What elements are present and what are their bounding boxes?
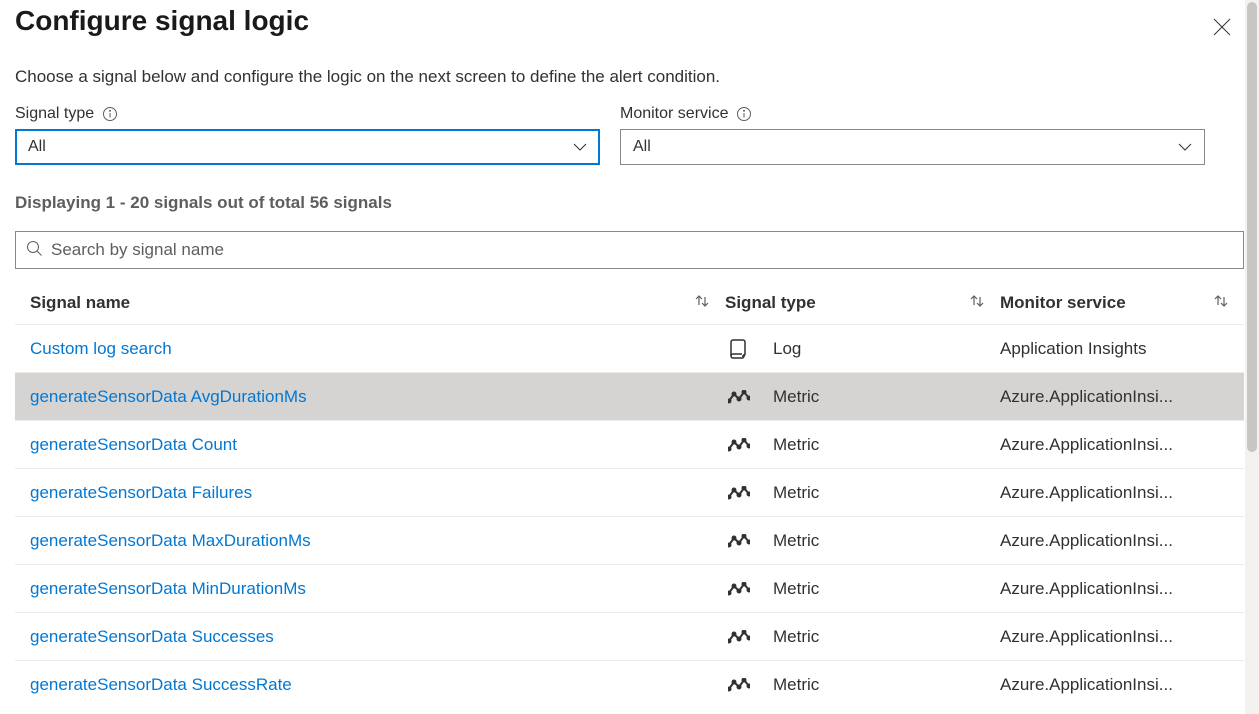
column-header-signal-type[interactable]: Signal type	[725, 293, 1000, 313]
table-header: Signal name Signal type	[15, 281, 1244, 325]
signal-type-dropdown[interactable]: All	[15, 129, 600, 165]
table-row[interactable]: generateSensorData Successes Metric Azure…	[15, 613, 1244, 661]
search-icon	[26, 240, 43, 260]
sort-icon	[1213, 293, 1229, 313]
metric-icon	[725, 678, 753, 692]
monitor-service-dropdown[interactable]: All	[620, 129, 1205, 165]
signal-type-cell: Metric	[725, 483, 1000, 503]
monitor-service-cell: Application Insights	[1000, 339, 1244, 359]
chevron-down-icon	[573, 143, 587, 151]
signal-name-link[interactable]: Custom log search	[15, 339, 725, 359]
log-icon	[725, 337, 753, 361]
scrollbar-thumb[interactable]	[1247, 2, 1257, 452]
dropdown-value: All	[633, 138, 651, 156]
monitor-service-cell: Azure.ApplicationInsi...	[1000, 579, 1244, 599]
signal-type-text: Metric	[773, 627, 819, 647]
signal-type-cell: Metric	[725, 675, 1000, 695]
sort-icon	[694, 293, 710, 313]
metric-icon	[725, 630, 753, 644]
signal-type-text: Metric	[773, 483, 819, 503]
search-input[interactable]	[51, 240, 1233, 260]
sort-icon	[969, 293, 985, 313]
signal-type-text: Metric	[773, 531, 819, 551]
signal-type-label: Signal type	[15, 105, 600, 123]
table-row[interactable]: Custom log search Log Application Insight…	[15, 325, 1244, 373]
info-icon[interactable]	[102, 106, 118, 122]
monitor-service-label: Monitor service	[620, 105, 1205, 123]
table-row[interactable]: generateSensorData MinDurationMs Metric A…	[15, 565, 1244, 613]
close-icon	[1213, 18, 1231, 36]
metric-icon	[725, 390, 753, 404]
metric-icon	[725, 582, 753, 596]
page-title: Configure signal logic	[15, 5, 309, 37]
table-row[interactable]: generateSensorData MaxDurationMs Metric A…	[15, 517, 1244, 565]
signal-type-cell: Metric	[725, 387, 1000, 407]
signal-name-link[interactable]: generateSensorData MaxDurationMs	[15, 531, 725, 551]
signal-name-link[interactable]: generateSensorData Failures	[15, 483, 725, 503]
table-row[interactable]: generateSensorData Failures Metric Azure.…	[15, 469, 1244, 517]
info-icon[interactable]	[736, 106, 752, 122]
signal-name-link[interactable]: generateSensorData AvgDurationMs	[15, 387, 725, 407]
signal-type-text: Log	[773, 339, 801, 359]
signal-type-text: Metric	[773, 675, 819, 695]
signal-type-cell: Log	[725, 337, 1000, 361]
close-button[interactable]	[1205, 10, 1239, 47]
monitor-service-cell: Azure.ApplicationInsi...	[1000, 483, 1244, 503]
signal-type-text: Metric	[773, 435, 819, 455]
signal-type-cell: Metric	[725, 627, 1000, 647]
metric-icon	[725, 534, 753, 548]
signal-name-link[interactable]: generateSensorData Count	[15, 435, 725, 455]
monitor-service-cell: Azure.ApplicationInsi...	[1000, 675, 1244, 695]
chevron-down-icon	[1178, 143, 1192, 151]
results-count: Displaying 1 - 20 signals out of total 5…	[0, 165, 1259, 213]
scrollbar-track[interactable]	[1245, 0, 1259, 714]
signal-type-text: Metric	[773, 579, 819, 599]
dropdown-value: All	[28, 138, 46, 156]
signal-type-cell: Metric	[725, 435, 1000, 455]
monitor-service-cell: Azure.ApplicationInsi...	[1000, 435, 1244, 455]
table-row[interactable]: generateSensorData SuccessRate Metric Azu…	[15, 661, 1244, 705]
table-row[interactable]: generateSensorData AvgDurationMs Metric A…	[15, 373, 1244, 421]
signal-name-link[interactable]: generateSensorData MinDurationMs	[15, 579, 725, 599]
column-header-monitor-service[interactable]: Monitor service	[1000, 293, 1244, 313]
metric-icon	[725, 486, 753, 500]
signal-name-link[interactable]: generateSensorData Successes	[15, 627, 725, 647]
description-text: Choose a signal below and configure the …	[0, 47, 1259, 87]
monitor-service-cell: Azure.ApplicationInsi...	[1000, 627, 1244, 647]
table-row[interactable]: generateSensorData Count Metric Azure.App…	[15, 421, 1244, 469]
monitor-service-cell: Azure.ApplicationInsi...	[1000, 387, 1244, 407]
signal-name-link[interactable]: generateSensorData SuccessRate	[15, 675, 725, 695]
signal-type-cell: Metric	[725, 579, 1000, 599]
column-header-signal-name[interactable]: Signal name	[15, 293, 725, 313]
monitor-service-cell: Azure.ApplicationInsi...	[1000, 531, 1244, 551]
metric-icon	[725, 438, 753, 452]
signal-type-cell: Metric	[725, 531, 1000, 551]
signal-type-text: Metric	[773, 387, 819, 407]
search-box[interactable]	[15, 231, 1244, 269]
